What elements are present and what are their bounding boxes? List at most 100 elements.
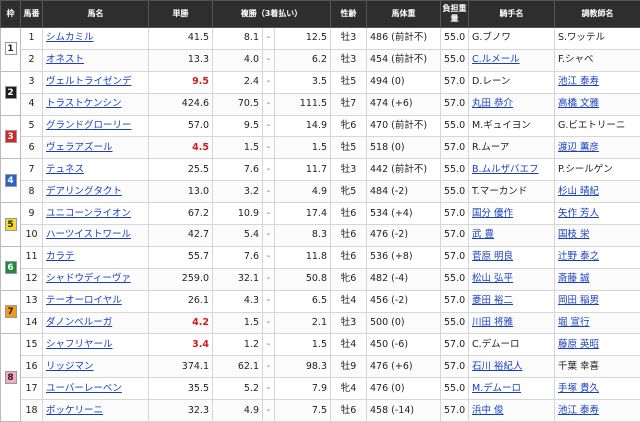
place-odds-low: 9.5 bbox=[212, 114, 263, 138]
trainer-link[interactable]: 斎藤 誠 bbox=[558, 273, 590, 284]
table-row: 6 11 カラテ 55.7 7.6-11.8 牡6 536 (+8) 57.0 菅原 明良 辻野 … bbox=[0, 245, 640, 291]
trainer-link[interactable]: 堀 宣行 bbox=[558, 317, 590, 328]
horse-name-link[interactable]: シャフリヤール bbox=[46, 339, 113, 350]
jockey-link[interactable]: 国分 優作 bbox=[472, 208, 513, 219]
sex-age: 牡3 bbox=[330, 27, 367, 50]
jockey-link[interactable]: 石川 裕紀人 bbox=[472, 361, 523, 372]
horse-name-link[interactable]: ユーバーレーベン bbox=[46, 383, 122, 394]
place-odds-low: 5.2 bbox=[212, 377, 263, 401]
trainer-link[interactable]: 藤原 英昭 bbox=[558, 339, 599, 350]
trainer-link[interactable]: 高橋 文雅 bbox=[558, 98, 599, 109]
jockey-link[interactable]: M.デムーロ bbox=[472, 383, 521, 394]
trainer-link[interactable]: 辻野 泰之 bbox=[558, 251, 599, 262]
horse-name-link[interactable]: ボッケリーニ bbox=[46, 405, 103, 416]
horse-name-link[interactable]: テュネス bbox=[46, 164, 84, 175]
jockey-cell: 菱田 裕二 bbox=[468, 289, 555, 313]
jockey-link[interactable]: 浜中 俊 bbox=[472, 405, 504, 416]
jockey-link[interactable]: 菅原 明良 bbox=[472, 251, 513, 262]
jockey-link[interactable]: 丸田 恭介 bbox=[472, 98, 513, 109]
win-odds: 25.5 bbox=[148, 158, 213, 182]
place-odds-high: 50.8 bbox=[274, 267, 331, 291]
horse-name-link[interactable]: オネスト bbox=[46, 54, 84, 65]
header-number: 馬番 bbox=[20, 0, 43, 28]
horse-name-cell: ユニコーンライオン bbox=[42, 202, 149, 226]
sex-age: 牡6 bbox=[330, 399, 367, 422]
trainer-link[interactable]: 国枝 栄 bbox=[558, 229, 590, 240]
trainer-link[interactable]: 池江 泰寿 bbox=[558, 405, 599, 416]
horse-name-link[interactable]: トラストケンシン bbox=[46, 98, 122, 109]
horse-name-link[interactable]: テーオーロイヤル bbox=[46, 295, 122, 306]
horse-name-link[interactable]: ユニコーンライオン bbox=[46, 208, 131, 219]
horse-name-link[interactable]: ハーツイストワール bbox=[46, 229, 131, 240]
jockey-cell: 丸田 恭介 bbox=[468, 92, 555, 116]
horse-number: 5 bbox=[20, 114, 43, 138]
table-row: 16 リッジマン 374.1 62.1-98.3 牡9 476 (+6) 57.0 石川 裕紀… bbox=[1, 355, 640, 379]
trainer-cell: F.シャベ bbox=[554, 48, 640, 72]
horse-name-link[interactable]: リッジマン bbox=[46, 361, 94, 372]
trainer-cell: 千葉 幸喜 bbox=[554, 355, 640, 379]
place-odds-high: 1.5 bbox=[274, 136, 331, 160]
horse-name-cell: オネスト bbox=[42, 48, 149, 72]
body-weight: 534 (+4) bbox=[366, 202, 441, 226]
place-odds-separator: - bbox=[262, 224, 275, 247]
place-odds-low: 3.2 bbox=[212, 180, 263, 204]
win-odds: 35.5 bbox=[148, 377, 213, 401]
trainer-link[interactable]: 渡辺 薫彦 bbox=[558, 142, 599, 153]
frame-cell: 1 bbox=[0, 27, 21, 72]
jockey-link[interactable]: 菱田 裕二 bbox=[472, 295, 513, 306]
jockey-link[interactable]: B.ムルザバエフ bbox=[472, 164, 539, 175]
trainer-link[interactable]: 岡田 稲男 bbox=[558, 295, 599, 306]
sex-age: 牡7 bbox=[330, 92, 367, 116]
table-row: 17 ユーバーレーベン 35.5 5.2-7.9 牝4 476 (0) 55.0 M.デムーロ… bbox=[1, 377, 640, 401]
place-odds-high: 17.4 bbox=[274, 202, 331, 226]
horse-name-link[interactable]: シャドウディーヴァ bbox=[46, 273, 131, 284]
trainer-name: F.シャベ bbox=[558, 54, 594, 66]
trainer-link[interactable]: 杉山 晴紀 bbox=[558, 186, 599, 197]
place-odds-high: 111.5 bbox=[274, 92, 331, 116]
horse-name-link[interactable]: ヴェルトライゼンデ bbox=[46, 76, 132, 87]
trainer-cell: P.シールゲン bbox=[554, 158, 640, 182]
horse-name-link[interactable]: グランドグローリー bbox=[46, 120, 132, 131]
body-weight: 456 (-2) bbox=[366, 289, 441, 313]
body-weight: 442 (前計不) bbox=[366, 158, 441, 182]
table-row: 7 13 テーオーロイヤル 26.1 4.3-6.5 牡4 456 (-2) 57.0 菱田 裕… bbox=[0, 289, 640, 335]
jockey-cell: 川田 将雅 bbox=[468, 311, 555, 335]
horse-name-link[interactable]: ダノンベルーガ bbox=[46, 317, 112, 328]
trainer-cell: 高橋 文雅 bbox=[554, 92, 640, 116]
horse-name-link[interactable]: デアリングタクト bbox=[46, 186, 122, 197]
trainer-link[interactable]: 手塚 貴久 bbox=[558, 383, 599, 394]
place-odds-separator: - bbox=[262, 70, 275, 94]
place-odds-low: 7.6 bbox=[212, 245, 263, 269]
jockey-cell: G.ブノワ bbox=[468, 27, 555, 50]
trainer-cell: 杉山 晴紀 bbox=[554, 180, 640, 204]
win-odds: 42.7 bbox=[148, 224, 213, 247]
load-weight: 55.0 bbox=[440, 27, 469, 50]
jockey-link[interactable]: 松山 弘平 bbox=[472, 273, 513, 284]
horse-number: 12 bbox=[20, 267, 43, 291]
horse-name-link[interactable]: シムカミル bbox=[46, 32, 94, 43]
horse-name-link[interactable]: ヴェラアズール bbox=[46, 142, 113, 153]
header-trainer: 調教師名 bbox=[554, 0, 640, 28]
trainer-link[interactable]: 矢作 芳人 bbox=[558, 208, 599, 219]
header-frame: 枠 bbox=[0, 0, 21, 28]
place-odds-separator: - bbox=[262, 267, 275, 291]
jockey-link[interactable]: 武 豊 bbox=[472, 229, 494, 240]
horse-name-link[interactable]: カラテ bbox=[46, 251, 75, 262]
horse-number: 13 bbox=[20, 289, 43, 313]
load-weight: 57.0 bbox=[440, 202, 469, 226]
place-odds-high: 2.1 bbox=[274, 311, 331, 335]
jockey-link[interactable]: 川田 将雅 bbox=[472, 317, 513, 328]
jockey-cell: 松山 弘平 bbox=[468, 267, 555, 291]
place-odds-low: 4.0 bbox=[212, 48, 263, 72]
place-odds-high: 11.8 bbox=[274, 245, 331, 269]
sex-age: 牡9 bbox=[330, 355, 367, 379]
place-odds-high: 8.3 bbox=[274, 224, 331, 247]
trainer-link[interactable]: 池江 泰寿 bbox=[558, 76, 599, 87]
frame-cell: 7 bbox=[0, 289, 21, 335]
place-odds-low: 5.4 bbox=[212, 224, 263, 247]
horse-number: 15 bbox=[20, 333, 43, 357]
body-weight: 458 (-14) bbox=[366, 399, 441, 422]
jockey-link[interactable]: C.ルメール bbox=[472, 54, 520, 65]
load-weight: 57.0 bbox=[440, 224, 469, 247]
sex-age: 牝6 bbox=[330, 267, 367, 291]
